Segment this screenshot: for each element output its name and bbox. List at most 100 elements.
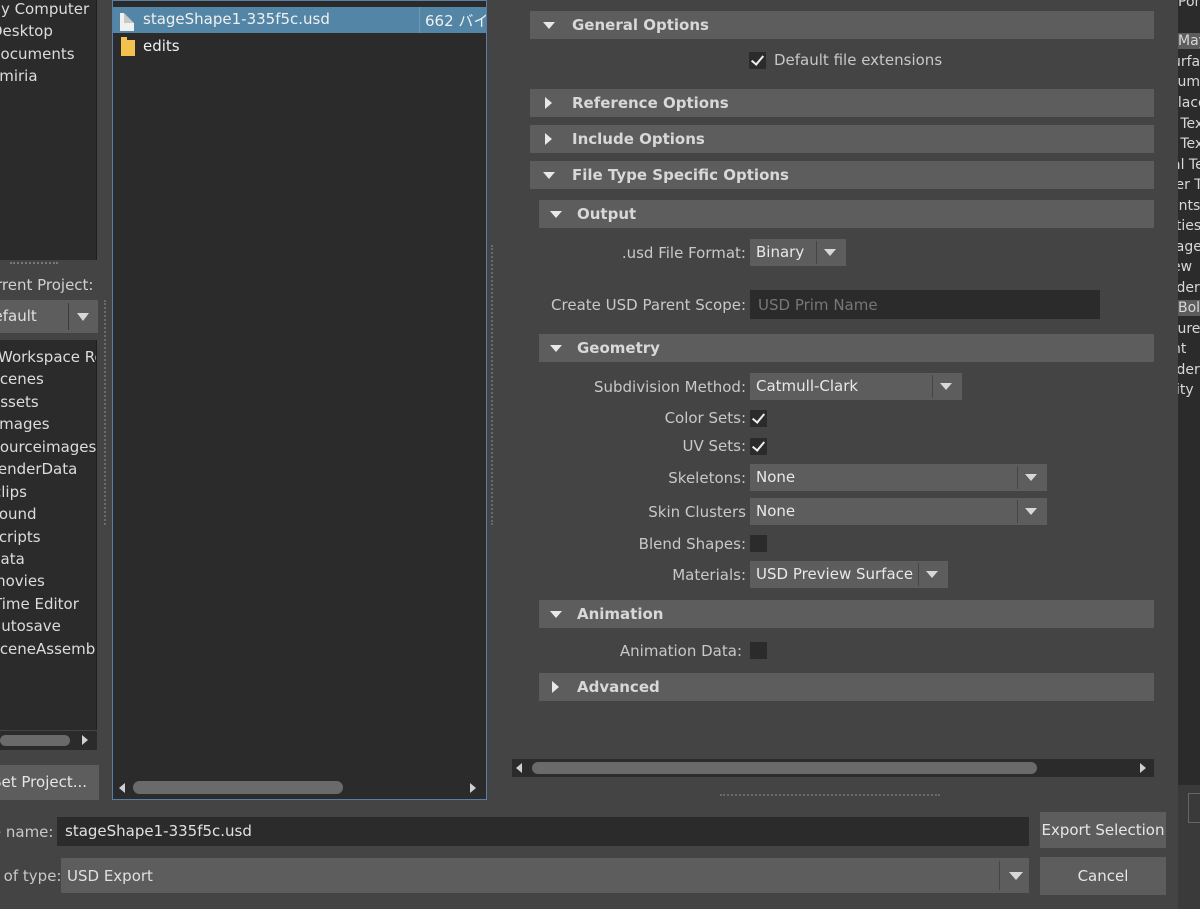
scroll-right-icon[interactable]: [470, 783, 476, 793]
tree-item[interactable]: renderData: [0, 460, 77, 478]
scroll-left-icon[interactable]: [119, 783, 125, 793]
tree-item[interactable]: data: [0, 550, 25, 568]
tree-item[interactable]: Time Editor: [0, 595, 79, 613]
tree-scrollbar[interactable]: [0, 731, 97, 750]
cancel-button[interactable]: Cancel: [1040, 857, 1166, 895]
color-sets-checkbox[interactable]: [750, 410, 767, 427]
section-output[interactable]: Output: [539, 200, 1154, 228]
export-selection-button[interactable]: Export Selection: [1040, 812, 1166, 848]
file-list-scrollbar[interactable]: [113, 778, 486, 798]
default-file-extensions-checkbox[interactable]: [749, 52, 766, 69]
file-name: edits: [143, 37, 180, 55]
tree-item[interactable]: movies: [0, 572, 45, 590]
chevron-down-icon: [824, 249, 836, 256]
file-row-selected[interactable]: stageShape1-335f5c.usd 662 バイト: [113, 7, 486, 33]
set-project-label: Set Project...: [0, 773, 88, 791]
scroll-left-icon[interactable]: [516, 763, 522, 773]
file-name-value: stageShape1-335f5c.usd: [65, 822, 252, 840]
materials-label: Materials:: [672, 566, 746, 584]
tree-item[interactable]: assets: [0, 393, 39, 411]
chevron-down-icon: [940, 383, 952, 390]
chevron-down-icon: [77, 313, 89, 321]
skin-clusters-label: Skin Clusters: [648, 503, 746, 521]
chevron-down-icon: [1025, 474, 1037, 481]
files-of-type-label: Files of type:: [0, 867, 62, 885]
uv-sets-checkbox[interactable]: [750, 438, 767, 455]
location-item-my-computer[interactable]: My Computer: [0, 0, 89, 18]
chevron-down-icon: [1009, 872, 1023, 880]
section-advanced[interactable]: Advanced: [539, 673, 1154, 701]
blend-shapes-checkbox[interactable]: [750, 535, 767, 552]
expand-arrow-icon: [545, 133, 552, 145]
current-project-label: Current Project:: [0, 276, 94, 294]
skin-clusters-dropdown[interactable]: None: [750, 498, 1047, 525]
file-row[interactable]: edits: [113, 34, 486, 60]
scrollbar-thumb[interactable]: [0, 735, 70, 746]
usd-file-format-label: .usd File Format:: [621, 244, 746, 262]
file-name-label: File name:: [0, 823, 54, 841]
animation-data-label: Animation Data:: [619, 642, 742, 660]
collapse-arrow-icon: [550, 345, 562, 352]
usd-parent-scope-label: Create USD Parent Scope:: [551, 296, 746, 314]
tree-item[interactable]: sound: [0, 505, 37, 523]
animation-data-checkbox[interactable]: [750, 642, 767, 659]
chevron-down-icon: [926, 571, 938, 578]
file-icon: [120, 13, 134, 31]
section-file-type-specific-options[interactable]: File Type Specific Options: [530, 161, 1154, 189]
options-scrollbar[interactable]: [512, 759, 1154, 777]
background-window-list: Ponti Maya urface Lumen Displace l Text …: [1178, 0, 1200, 785]
skeletons-dropdown[interactable]: None: [750, 464, 1047, 491]
skeletons-label: Skeletons:: [668, 469, 746, 487]
file-type-value: USD Export: [67, 867, 153, 885]
subdivision-method-dropdown[interactable]: Catmull-Clark: [750, 373, 962, 400]
scrollbar-thumb[interactable]: [532, 762, 1037, 774]
tree-item[interactable]: autosave: [0, 617, 61, 635]
locations-list[interactable]: My Computer Desktop Documents emiria: [0, 0, 97, 260]
location-item-user[interactable]: emiria: [0, 67, 38, 85]
color-sets-label: Color Sets:: [664, 409, 746, 427]
file-type-dropdown[interactable]: USD Export: [61, 858, 1029, 893]
splitter-handle[interactable]: [10, 262, 58, 268]
subdivision-method-label: Subdivision Method:: [593, 378, 746, 396]
blend-shapes-label: Blend Shapes:: [638, 535, 746, 553]
set-project-button[interactable]: Set Project...: [0, 765, 99, 800]
tree-item[interactable]: sceneAssembly: [0, 640, 96, 658]
section-animation[interactable]: Animation: [539, 600, 1154, 628]
section-reference-options[interactable]: Reference Options: [530, 89, 1154, 117]
location-item-desktop[interactable]: Desktop: [0, 22, 53, 40]
project-dropdown-value: default: [0, 307, 37, 325]
project-tree[interactable]: Workspace Root scenes assets images sour…: [0, 340, 97, 730]
scroll-right-icon[interactable]: [1140, 763, 1146, 773]
chevron-down-icon: [1025, 508, 1037, 515]
tree-item[interactable]: scenes: [0, 370, 44, 388]
collapse-arrow-icon: [543, 172, 555, 179]
project-dropdown[interactable]: default: [0, 300, 98, 333]
collapse-arrow-icon: [550, 611, 562, 618]
file-name-input[interactable]: stageShape1-335f5c.usd: [57, 817, 1029, 846]
scrollbar-thumb[interactable]: [133, 781, 343, 794]
splitter-handle[interactable]: [491, 245, 494, 525]
tree-item[interactable]: images: [0, 415, 50, 433]
materials-dropdown[interactable]: USD Preview Surface: [750, 561, 948, 588]
tree-item[interactable]: Workspace Root: [0, 348, 96, 366]
section-geometry[interactable]: Geometry: [539, 334, 1154, 362]
expand-arrow-icon: [552, 681, 559, 693]
expand-arrow-icon: [545, 97, 552, 109]
splitter-handle[interactable]: [720, 794, 940, 797]
location-item-documents[interactable]: Documents: [0, 45, 75, 63]
usd-prim-name-field[interactable]: [750, 290, 1100, 319]
scroll-right-icon[interactable]: [82, 735, 88, 745]
tree-item[interactable]: scripts: [0, 528, 41, 546]
tree-item[interactable]: sourceimages: [0, 438, 96, 456]
usd-file-format-dropdown[interactable]: Binary: [750, 239, 846, 266]
section-include-options[interactable]: Include Options: [530, 125, 1154, 153]
section-general-options[interactable]: General Options: [530, 11, 1154, 39]
collapse-arrow-icon: [550, 211, 562, 218]
usd-parent-scope-input[interactable]: [750, 290, 1100, 319]
options-panel: General Options Default file extensions …: [512, 0, 1154, 778]
file-list[interactable]: stageShape1-335f5c.usd 662 バイト edits: [112, 0, 487, 800]
file-name: stageShape1-335f5c.usd: [143, 10, 330, 28]
tree-item[interactable]: clips: [0, 483, 27, 501]
folder-icon: [121, 37, 135, 56]
splitter-handle[interactable]: [104, 300, 107, 525]
